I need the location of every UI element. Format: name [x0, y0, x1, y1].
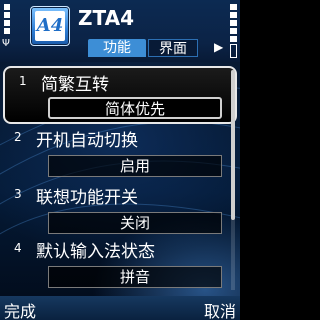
app-icon: A4 — [30, 6, 70, 46]
item-label: 默认输入法状态 — [36, 242, 155, 262]
tab-scroll-arrow-icon[interactable]: ▶ — [214, 40, 223, 54]
item-value-field[interactable]: 简体优先 — [48, 97, 222, 119]
list-item-traditional-simplified[interactable]: 1 简繁互转 简体优先 — [3, 66, 237, 124]
list-item-default-input[interactable]: 4 默认输入法状态 拼音 — [0, 235, 240, 293]
item-label: 联想功能开关 — [36, 188, 138, 208]
item-label: 开机自动切换 — [36, 131, 138, 151]
settings-list: 1 简繁互转 简体优先 2 开机自动切换 启用 3 联想功能开关 关闭 4 默认… — [0, 62, 240, 296]
status-bar: Ψ A4 ZTA4 功能 界面 ▶ — [0, 0, 240, 62]
item-value-field[interactable]: 启用 — [48, 155, 222, 177]
item-value-field[interactable]: 拼音 — [48, 266, 222, 288]
list-item-prediction[interactable]: 3 联想功能开关 关闭 — [0, 181, 240, 239]
done-softkey[interactable]: 完成 — [4, 298, 36, 320]
tab-function[interactable]: 功能 — [88, 39, 146, 57]
app-title: ZTA4 — [78, 6, 134, 30]
item-number: 1 — [19, 74, 27, 88]
scrollbar-thumb[interactable] — [231, 70, 235, 220]
item-number: 3 — [14, 187, 22, 201]
item-value-field[interactable]: 关闭 — [48, 212, 222, 234]
tab-interface[interactable]: 界面 — [148, 39, 198, 57]
antenna-icon: Ψ — [2, 38, 10, 49]
cancel-softkey[interactable]: 取消 — [204, 298, 236, 320]
item-number: 4 — [14, 241, 22, 255]
app-icon-text: A4 — [35, 11, 65, 41]
list-item-auto-switch[interactable]: 2 开机自动切换 启用 — [0, 124, 240, 182]
item-label: 简繁互转 — [41, 75, 109, 95]
softkey-bar: 完成 取消 — [0, 296, 240, 320]
battery-level-icon — [230, 4, 237, 60]
item-number: 2 — [14, 130, 22, 144]
